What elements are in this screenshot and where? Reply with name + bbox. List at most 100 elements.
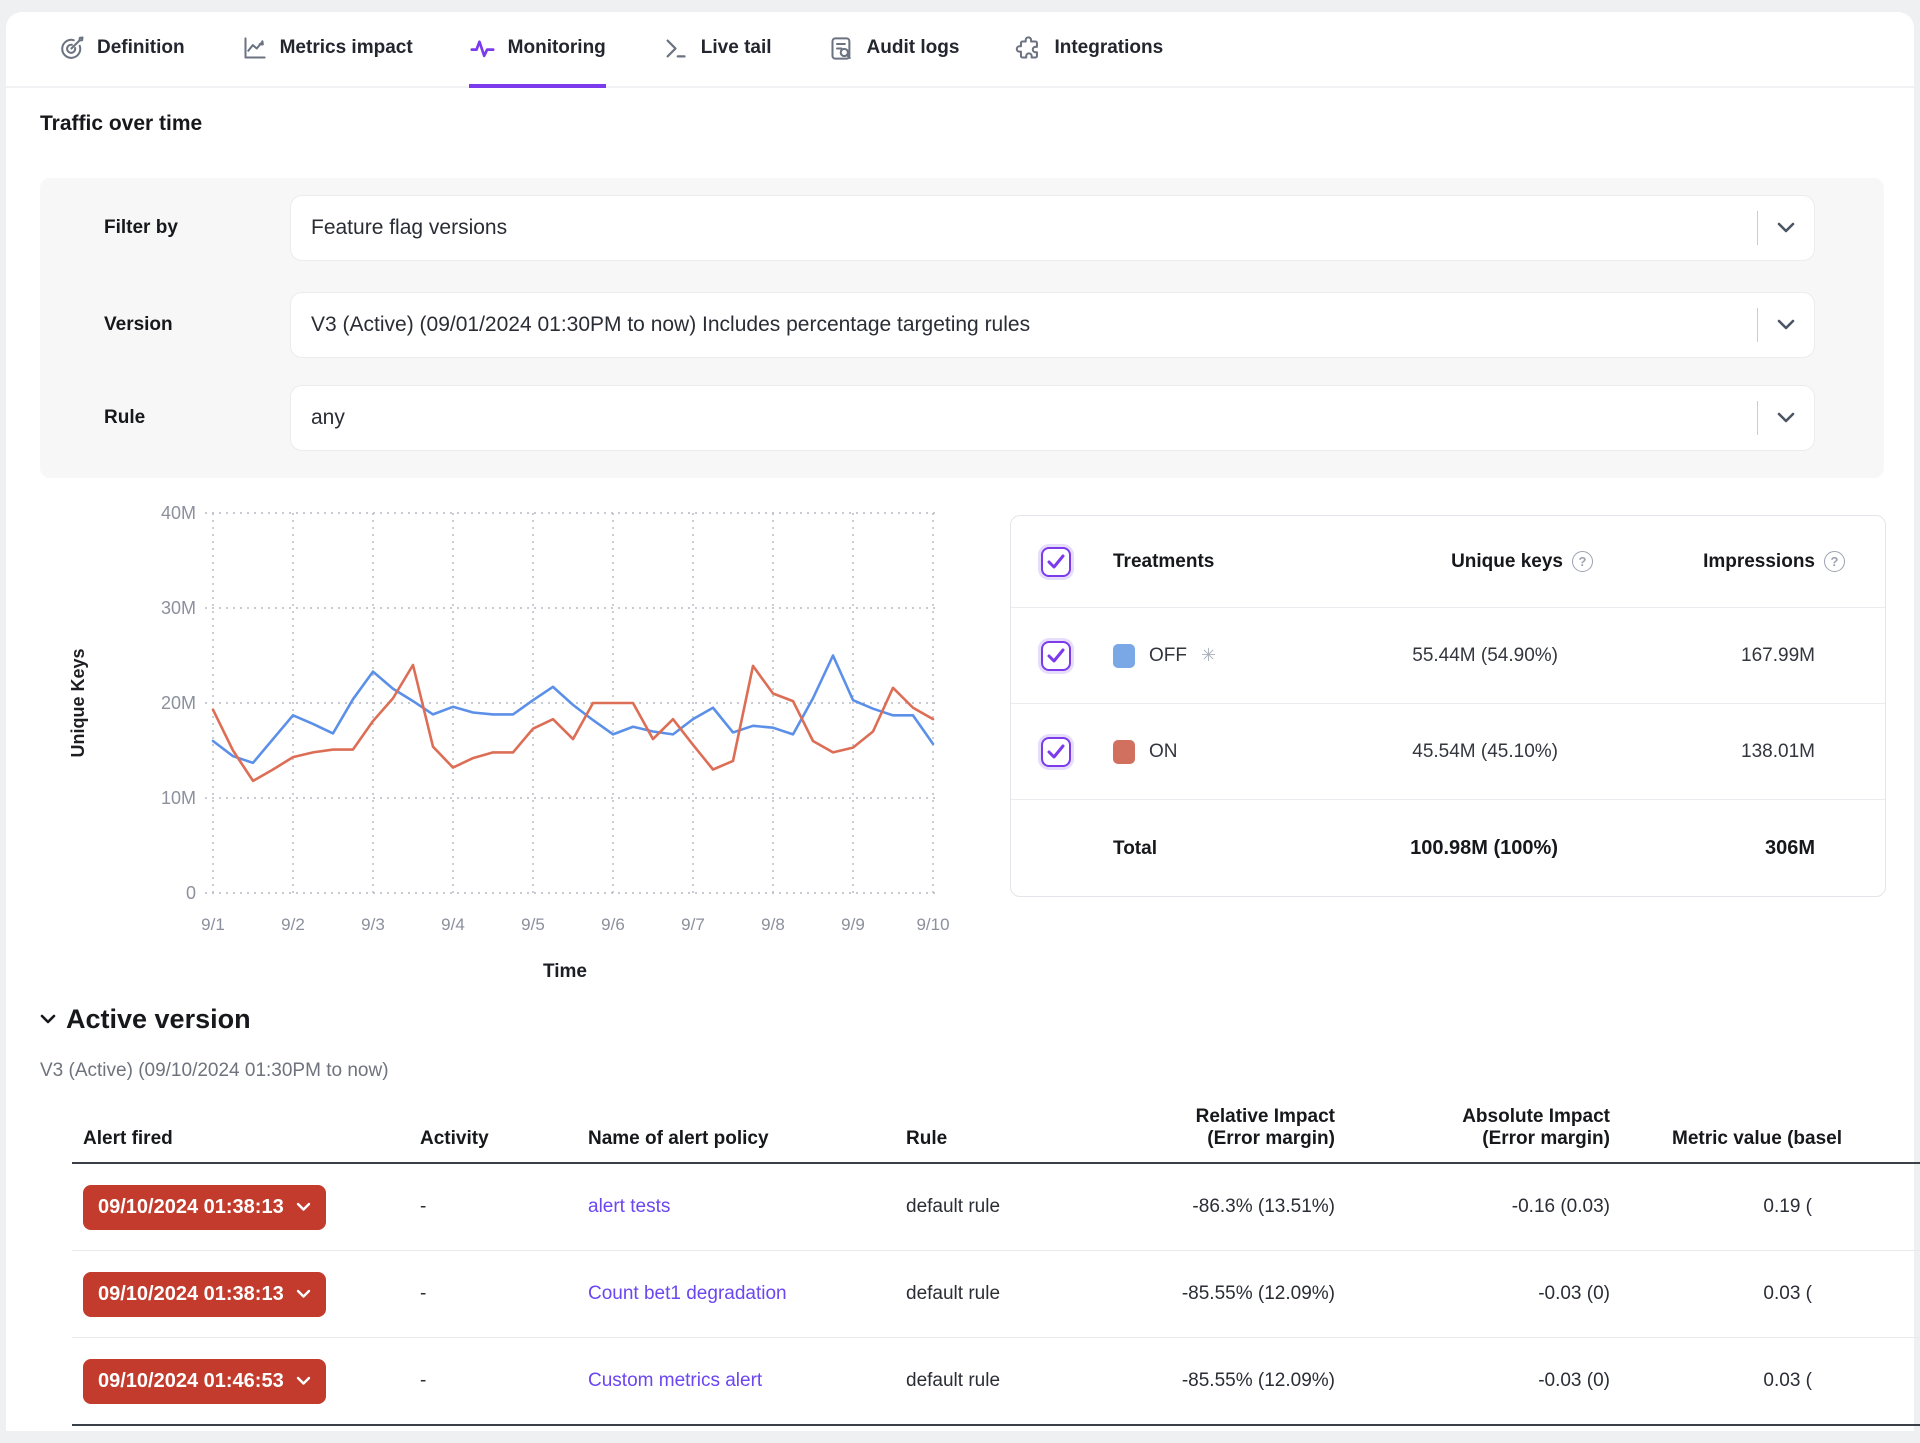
- alert-row: 09/10/2024 01:46:53 -Custom metrics alert…: [72, 1338, 1920, 1426]
- rule-cell: default rule: [906, 1196, 1172, 1218]
- svg-text:9/2: 9/2: [281, 915, 305, 934]
- absolute-impact-cell: -0.03 (0): [1335, 1283, 1610, 1305]
- tab-live-tail[interactable]: Live tail: [662, 12, 772, 88]
- tab-integrations[interactable]: Integrations: [1015, 12, 1163, 88]
- monitoring-icon: [469, 35, 496, 62]
- filter-by-label: Filter by: [104, 195, 178, 261]
- active-version-title: Active version: [66, 1004, 251, 1035]
- help-icon[interactable]: ?: [1572, 551, 1593, 572]
- alerts-col-header: Relative Impact (Error margin): [1172, 1106, 1335, 1150]
- unique-keys-value: 55.44M (54.90%): [1303, 645, 1603, 667]
- metric-value-cell: 0.03 (: [1610, 1283, 1920, 1305]
- alert-fired-badge[interactable]: 09/10/2024 01:46:53: [83, 1359, 326, 1404]
- treatment-checkbox[interactable]: [1041, 641, 1071, 671]
- svg-text:9/1: 9/1: [201, 915, 225, 934]
- treatments-panel: TreatmentsUnique keys?Impressions?OFF✳55…: [1010, 515, 1886, 897]
- alert-fired-timestamp: 09/10/2024 01:38:13: [98, 1196, 284, 1219]
- filter-panel: Filter by Feature flag versions Version …: [40, 178, 1884, 478]
- alerts-col-header: Name of alert policy: [588, 1128, 906, 1150]
- treatment-name: ON: [1149, 741, 1178, 763]
- relative-impact-cell: -86.3% (13.51%): [1172, 1196, 1335, 1218]
- svg-text:10M: 10M: [161, 788, 196, 808]
- treatment-row-on: ON 45.54M (45.10%)138.01M: [1011, 704, 1885, 800]
- tab-label: Audit logs: [867, 37, 960, 59]
- relative-impact-cell: -85.55% (12.09%): [1172, 1283, 1335, 1305]
- tab-monitoring[interactable]: Monitoring: [469, 12, 606, 88]
- svg-text:40M: 40M: [161, 503, 196, 523]
- version-value: V3 (Active) (09/01/2024 01:30PM to now) …: [311, 313, 1757, 337]
- svg-text:9/10: 9/10: [916, 915, 949, 934]
- series-swatch: [1113, 644, 1135, 668]
- tab-label: Definition: [97, 37, 185, 59]
- alerts-col-header: Metric value (basel: [1610, 1128, 1920, 1150]
- alerts-col-header: Activity: [420, 1128, 588, 1150]
- svg-text:9/9: 9/9: [841, 915, 865, 934]
- active-version-header[interactable]: Active version: [40, 1004, 251, 1035]
- alert-policy-link[interactable]: Count bet1 degradation: [588, 1283, 787, 1304]
- integrations-icon: [1015, 35, 1042, 62]
- alert-fired-badge[interactable]: 09/10/2024 01:38:13: [83, 1272, 326, 1317]
- version-select[interactable]: V3 (Active) (09/01/2024 01:30PM to now) …: [290, 292, 1815, 358]
- relative-impact-cell: -85.55% (12.09%): [1172, 1370, 1335, 1392]
- treatment-checkbox[interactable]: [1041, 737, 1071, 767]
- svg-text:9/8: 9/8: [761, 915, 785, 934]
- svg-text:30M: 30M: [161, 598, 196, 618]
- tab-audit-logs[interactable]: Audit logs: [828, 12, 960, 88]
- alert-fired-timestamp: 09/10/2024 01:38:13: [98, 1283, 284, 1306]
- alerts-col-header: Alert fired: [72, 1128, 420, 1150]
- alert-policy-link[interactable]: Custom metrics alert: [588, 1370, 762, 1391]
- tab-definition[interactable]: Definition: [58, 12, 185, 88]
- traffic-chart: 010M20M30M40M9/19/29/39/49/59/69/79/89/9…: [60, 500, 980, 1000]
- treatments-col-header: Treatments: [1113, 551, 1214, 573]
- version-row: Version V3 (Active) (09/01/2024 01:30PM …: [40, 292, 1884, 358]
- tab-label: Metrics impact: [280, 37, 413, 59]
- chevron-down-icon: [296, 1376, 311, 1386]
- tab-metrics-impact[interactable]: Metrics impact: [241, 12, 413, 88]
- filter-by-select[interactable]: Feature flag versions: [290, 195, 1815, 261]
- page-title: Traffic over time: [40, 112, 202, 136]
- total-label: Total: [1113, 838, 1157, 860]
- help-icon[interactable]: ?: [1824, 551, 1845, 572]
- rule-value: any: [311, 406, 1757, 430]
- app-window: Definition Metrics impact Monitoring Live t…: [6, 12, 1914, 1431]
- alerts-col-header: Rule: [906, 1128, 1172, 1150]
- svg-text:9/4: 9/4: [441, 915, 465, 934]
- series-swatch: [1113, 740, 1135, 764]
- filter-by-row: Filter by Feature flag versions: [40, 195, 1884, 261]
- activity-cell: -: [420, 1370, 588, 1392]
- impressions-value: 138.01M: [1603, 741, 1855, 763]
- svg-text:9/3: 9/3: [361, 915, 385, 934]
- unique-keys-value: 45.54M (45.10%): [1303, 741, 1603, 763]
- alert-row: 09/10/2024 01:38:13 -alert tests default r…: [72, 1164, 1920, 1251]
- alert-row: 09/10/2024 01:38:13-Count bet1 degradati…: [72, 1251, 1920, 1338]
- treatment-checkbox[interactable]: [1041, 547, 1071, 577]
- tab-label: Live tail: [701, 37, 772, 59]
- alerts-col-header: Absolute Impact (Error margin): [1335, 1106, 1610, 1150]
- chevron-down-icon: [296, 1202, 311, 1212]
- tab-label: Integrations: [1054, 37, 1163, 59]
- chevron-down-icon[interactable]: [1758, 412, 1814, 424]
- alerts-table: Alert firedActivityName of alert policyR…: [72, 1098, 1920, 1426]
- chevron-down-icon: [40, 1014, 56, 1025]
- total-impressions: 306M: [1603, 837, 1855, 860]
- active-version-subtitle: V3 (Active) (09/10/2024 01:30PM to now): [40, 1060, 389, 1082]
- metric-value-cell: 0.03 (: [1610, 1370, 1920, 1392]
- absolute-impact-cell: -0.16 (0.03): [1335, 1196, 1610, 1218]
- svg-text:9/6: 9/6: [601, 915, 625, 934]
- svg-text:9/7: 9/7: [681, 915, 705, 934]
- unique-keys-col-header: Unique keys: [1451, 551, 1563, 573]
- treatment-name: OFF: [1149, 645, 1187, 667]
- chevron-down-icon[interactable]: [1758, 319, 1814, 331]
- svg-text:20M: 20M: [161, 693, 196, 713]
- treatments-header-row: TreatmentsUnique keys?Impressions?: [1011, 516, 1885, 608]
- audit-logs-icon: [828, 35, 855, 62]
- rule-select[interactable]: any: [290, 385, 1815, 451]
- alert-policy-link[interactable]: alert tests: [588, 1196, 670, 1217]
- metrics-impact-icon: [241, 35, 268, 62]
- x-axis-title: Time: [543, 961, 587, 982]
- total-unique-keys: 100.98M (100%): [1303, 837, 1603, 860]
- live-tail-icon: [662, 35, 689, 62]
- alert-fired-badge[interactable]: 09/10/2024 01:38:13: [83, 1185, 326, 1230]
- chevron-down-icon[interactable]: [1758, 222, 1814, 234]
- activity-cell: -: [420, 1196, 588, 1218]
